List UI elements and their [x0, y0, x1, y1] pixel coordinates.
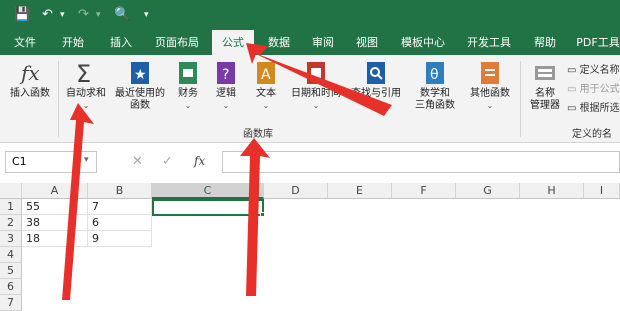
insert-function-icon[interactable]: fx	[194, 154, 205, 168]
column-header-d[interactable]: D	[264, 183, 328, 199]
lookup-reference-button[interactable]: 查找与引用 ⌄	[348, 60, 404, 112]
column-header-b[interactable]: B	[88, 183, 152, 199]
text-book-icon: A	[254, 60, 278, 86]
worksheet-grid: A B C D E F G H I 1 2 3 4 5 6 7 55 7 38 …	[0, 183, 620, 311]
column-header-i[interactable]: I	[584, 183, 620, 199]
tab-view[interactable]: 视图	[346, 30, 388, 55]
tab-formulas[interactable]: 公式	[212, 30, 254, 55]
tab-data[interactable]: 数据	[258, 30, 300, 55]
column-header-h[interactable]: H	[520, 183, 584, 199]
select-all-corner[interactable]	[0, 183, 22, 199]
svg-text:?: ?	[222, 67, 229, 83]
svg-text:★: ★	[134, 67, 147, 83]
column-header-g[interactable]: G	[456, 183, 520, 199]
column-header-c[interactable]: C	[152, 183, 264, 199]
finance-book-icon	[176, 60, 200, 86]
financial-button[interactable]: 财务 ⌄	[172, 60, 204, 112]
tab-page-layout[interactable]: 页面布局	[148, 30, 206, 55]
chevron-down-icon: ⌄	[262, 101, 270, 110]
svg-text:A: A	[261, 67, 271, 83]
formula-buttons: ✕ ✓ fx	[118, 151, 218, 173]
print-preview-icon[interactable]: 🔍	[114, 7, 130, 23]
math-trig-button[interactable]: θ 数学和 三角函数	[408, 60, 462, 112]
name-box-dropdown-icon[interactable]: ▾	[84, 155, 89, 165]
tab-home[interactable]: 开始	[52, 30, 94, 55]
lookup-book-icon	[364, 60, 388, 86]
cancel-icon[interactable]: ✕	[132, 154, 143, 169]
chevron-down-icon: ⌄	[222, 101, 230, 110]
column-header-f[interactable]: F	[392, 183, 456, 199]
active-cell-c1[interactable]	[152, 199, 264, 216]
define-name-button[interactable]: ▭ 定义名称	[567, 61, 620, 77]
name-manager-icon	[533, 60, 557, 86]
ribbon-tabs: 文件 开始 插入 页面布局 公式 数据 审阅 视图 模板中心 开发工具 帮助 P…	[0, 30, 620, 55]
row-header[interactable]: 5	[0, 263, 22, 279]
more-functions-button[interactable]: 其他函数 ⌄	[466, 60, 514, 112]
tab-developer[interactable]: 开发工具	[458, 30, 520, 55]
text-functions-button[interactable]: A 文本 ⌄	[250, 60, 282, 112]
logical-button[interactable]: ? 逻辑 ⌄	[210, 60, 242, 112]
tab-help[interactable]: 帮助	[524, 30, 566, 55]
redo-dropdown-icon[interactable]: ▾	[96, 7, 101, 23]
column-header-e[interactable]: E	[328, 183, 392, 199]
row-header[interactable]: 2	[0, 215, 22, 231]
svg-text:θ: θ	[430, 67, 439, 83]
cell-a1[interactable]: 55	[22, 199, 88, 215]
chevron-down-icon: ⌄	[372, 101, 380, 110]
formula-bar: C1 ▾ ✕ ✓ fx	[0, 143, 620, 183]
theta-book-icon: θ	[423, 60, 447, 86]
cell-a3[interactable]: 18	[22, 231, 88, 247]
divider	[520, 61, 521, 137]
sigma-icon: Σ	[74, 60, 98, 88]
name-manager-button[interactable]: 名称 管理器	[524, 60, 566, 112]
chevron-down-icon: ⌄	[82, 101, 90, 110]
use-in-formula-button[interactable]: ▭ 用于公式	[567, 80, 620, 96]
redo-icon[interactable]: ↷	[78, 7, 89, 23]
row-header[interactable]: 4	[0, 247, 22, 263]
divider	[58, 61, 59, 137]
date-time-button[interactable]: 日期和时间 ⌄	[288, 60, 344, 112]
cell-a2[interactable]: 38	[22, 215, 88, 231]
formula-input[interactable]	[222, 151, 620, 173]
insert-function-button[interactable]: fx 插入函数	[6, 60, 54, 100]
svg-text:Σ: Σ	[76, 60, 91, 86]
more-book-icon	[478, 60, 502, 86]
confirm-icon[interactable]: ✓	[162, 154, 173, 169]
recently-used-button[interactable]: ★ 最近使用的 函数	[112, 60, 168, 112]
save-icon[interactable]: 💾	[14, 7, 30, 23]
fill-handle[interactable]	[260, 212, 265, 217]
star-book-icon: ★	[128, 60, 152, 86]
tab-template-center[interactable]: 模板中心	[392, 30, 454, 55]
create-from-selection-button[interactable]: ▭ 根据所选	[567, 99, 620, 115]
fx-icon: fx	[18, 60, 42, 86]
quick-access-toolbar: 💾 ↶ ▾ ↷ ▾ 🔍 ▾	[0, 0, 620, 30]
chevron-down-icon: ⌄	[184, 101, 192, 110]
cell-b2[interactable]: 6	[88, 215, 152, 231]
undo-icon[interactable]: ↶	[42, 7, 53, 23]
tab-review[interactable]: 审阅	[302, 30, 344, 55]
tab-pdf-tools[interactable]: PDF工具	[572, 30, 620, 55]
row-header[interactable]: 6	[0, 279, 22, 295]
calendar-book-icon	[304, 60, 328, 86]
cell-b1[interactable]: 7	[88, 199, 152, 215]
cell-b3[interactable]: 9	[88, 231, 152, 247]
column-header-a[interactable]: A	[22, 183, 88, 199]
undo-dropdown-icon[interactable]: ▾	[60, 7, 65, 23]
svg-text:fx: fx	[19, 61, 40, 85]
row-header[interactable]: 1	[0, 199, 22, 215]
chevron-down-icon: ⌄	[486, 101, 494, 110]
ribbon-formulas: fx 插入函数 Σ 自动求和 ⌄ ★ 最近使用的 函数 财务 ⌄ ? 逻辑 ⌄ …	[0, 55, 620, 155]
tab-file[interactable]: 文件	[4, 30, 46, 55]
customize-toolbar-icon[interactable]: ▾	[144, 7, 149, 23]
autosum-button[interactable]: Σ 自动求和 ⌄	[62, 60, 110, 112]
chevron-down-icon: ⌄	[312, 101, 320, 110]
tab-insert[interactable]: 插入	[100, 30, 142, 55]
logical-book-icon: ?	[214, 60, 238, 86]
row-header[interactable]: 3	[0, 231, 22, 247]
group-label-function-library: 函数库	[243, 129, 273, 140]
